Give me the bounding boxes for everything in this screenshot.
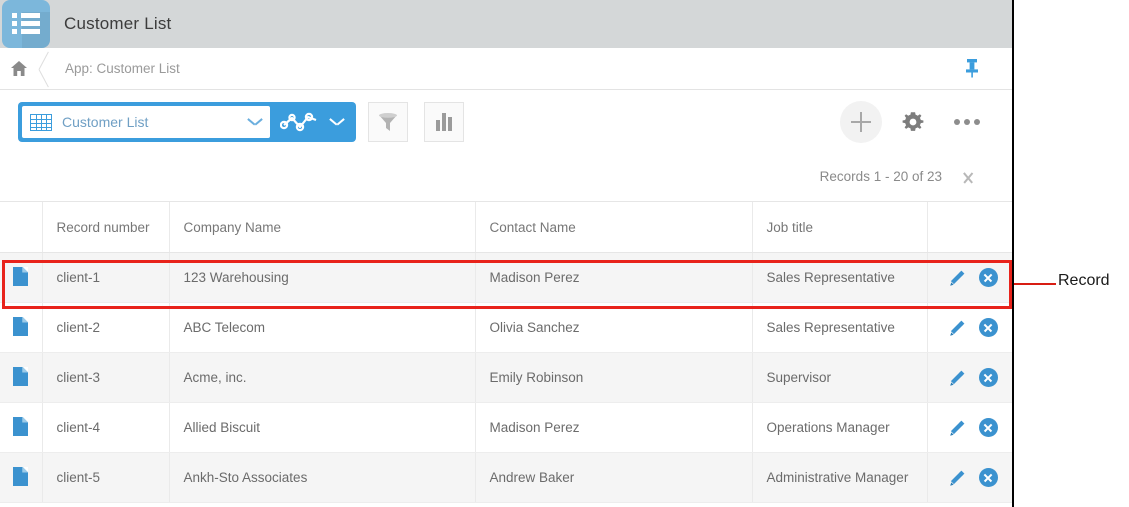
cell-contact-name: Emily Robinson [475,352,753,403]
circle-close-icon[interactable] [978,318,998,337]
cell-record-number: client-2 [42,302,170,353]
ellipsis-icon [954,119,980,125]
cell-contact-name: Madison Perez [475,252,753,303]
table-header-row: Record number Company Name Contact Name … [0,202,1012,253]
line-graph-icon [280,112,317,132]
breadcrumb-separator [37,49,59,89]
add-record-button[interactable] [840,101,882,143]
filter-funnel-icon [379,113,397,131]
row-file-icon-cell[interactable] [0,302,43,353]
filter-button[interactable] [368,102,408,142]
circle-close-icon[interactable] [978,268,998,287]
cell-job-title: Supervisor [752,352,928,403]
page-title: Customer List [64,14,172,33]
cell-record-number: client-5 [42,452,170,503]
app-window: Customer List App: Customer List Custome… [0,0,1014,507]
header-job-title[interactable]: Job title [752,202,928,253]
cell-company-name: 123 Warehousing [169,252,476,303]
file-document-icon[interactable] [13,316,29,336]
circle-close-icon[interactable] [978,368,998,387]
settings-button[interactable] [892,101,934,143]
pencil-edit-icon[interactable] [948,269,966,287]
cell-actions [927,352,1012,403]
annotation-leader-line [1014,283,1056,285]
table-row[interactable]: client-5 Ankh-Sto Associates Andrew Bake… [0,452,1012,503]
table-row[interactable]: client-1 123 Warehousing Madison Perez S… [0,252,1012,303]
cell-company-name: Allied Biscuit [169,402,476,453]
graph-view-button[interactable] [270,106,352,138]
cell-actions [927,252,1012,303]
cell-contact-name: Olivia Sanchez [475,302,753,353]
chevron-down-icon [330,118,344,126]
pencil-edit-icon[interactable] [948,469,966,487]
file-document-icon[interactable] [13,366,29,386]
cell-actions [927,302,1012,353]
records-table: Record number Company Name Contact Name … [0,202,1012,503]
cell-job-title: Operations Manager [752,402,928,453]
title-bar: Customer List [0,0,1012,48]
pencil-edit-icon[interactable] [948,319,966,337]
header-record-number[interactable]: Record number [42,202,170,253]
cell-company-name: ABC Telecom [169,302,476,353]
file-document-icon[interactable] [13,466,29,486]
cell-actions [927,402,1012,453]
cell-record-number: client-3 [42,352,170,403]
breadcrumb-path[interactable]: App: Customer List [65,61,180,76]
header-contact-name[interactable]: Contact Name [475,202,753,253]
view-selector[interactable]: Customer List [18,102,356,142]
list-app-icon[interactable] [2,0,50,48]
plus-icon [851,112,871,132]
table-row[interactable]: client-2 ABC Telecom Olivia Sanchez Sale… [0,302,1012,353]
gear-icon [902,112,924,131]
cell-company-name: Acme, inc. [169,352,476,403]
cell-record-number: client-4 [42,402,170,453]
cell-job-title: Sales Representative [752,252,928,303]
row-file-icon-cell[interactable] [0,252,43,303]
cell-contact-name: Andrew Baker [475,452,753,503]
file-document-icon[interactable] [13,416,29,436]
cell-job-title: Sales Representative [752,302,928,353]
home-icon[interactable] [0,49,37,89]
cell-contact-name: Madison Perez [475,402,753,453]
breadcrumb: App: Customer List [0,48,1012,90]
table-row[interactable]: client-4 Allied Biscuit Madison Perez Op… [0,402,1012,453]
pencil-edit-icon[interactable] [948,369,966,387]
row-file-icon-cell[interactable] [0,352,43,403]
pagination-bar: Records 1 - 20 of 23 [0,153,1012,202]
cell-company-name: Ankh-Sto Associates [169,452,476,503]
file-document-icon[interactable] [13,266,29,286]
row-file-icon-cell[interactable] [0,402,43,453]
circle-close-icon[interactable] [978,418,998,437]
next-page-button[interactable] [960,165,982,189]
pencil-edit-icon[interactable] [948,419,966,437]
view-dropdown-label: Customer List [62,114,149,130]
bar-chart-icon [436,113,452,131]
header-company-name[interactable]: Company Name [169,202,476,253]
record-count-label: Records 1 - 20 of 23 [819,169,942,184]
annotation-label: Record [1058,272,1110,289]
toolbar: Customer List [0,90,1012,153]
more-options-button[interactable] [946,101,988,143]
cell-job-title: Administrative Manager [752,452,928,503]
view-dropdown[interactable]: Customer List [22,106,270,138]
cell-actions [927,452,1012,503]
header-actions [927,202,1012,253]
circle-close-icon[interactable] [978,468,998,487]
row-file-icon-cell[interactable] [0,452,43,503]
table-grid-icon [30,113,52,131]
cell-record-number: client-1 [42,252,170,303]
header-icon-col [0,202,43,253]
app-icon-glyph [12,13,40,35]
chevron-down-icon [248,118,262,126]
table-row[interactable]: client-3 Acme, inc. Emily Robinson Super… [0,352,1012,403]
pin-icon[interactable] [964,57,980,84]
chart-button[interactable] [424,102,464,142]
